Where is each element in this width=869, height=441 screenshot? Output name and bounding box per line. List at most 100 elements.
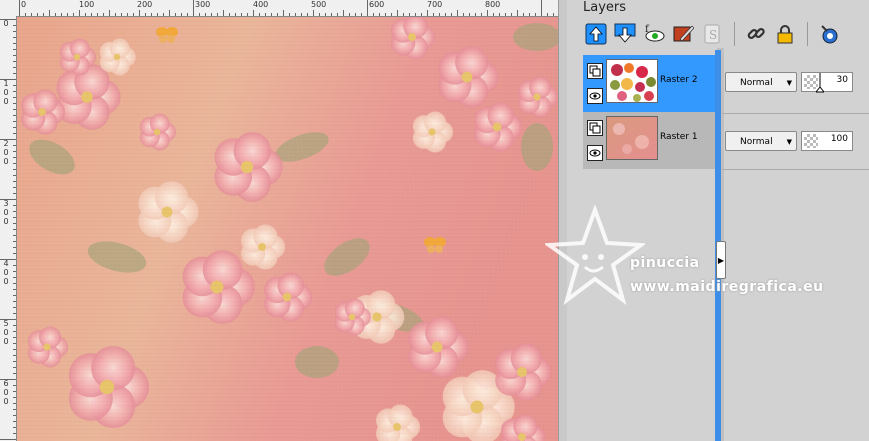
- chevron-down-icon: ▼: [786, 138, 792, 146]
- ruler-tick: [283, 10, 284, 16]
- ruler-tick: [13, 25, 16, 26]
- opacity-slider[interactable]: 30: [801, 72, 853, 93]
- ruler-tick: [13, 109, 16, 110]
- ruler-tick: [85, 13, 86, 16]
- ruler-tick: [13, 157, 16, 158]
- ruler-tick: [13, 295, 16, 296]
- layer-thumbnail: [606, 59, 658, 103]
- toggle-visibility-icon[interactable]: f: [641, 21, 667, 47]
- ruler-tick: [13, 349, 16, 350]
- ruler-tick: [0, 259, 16, 260]
- ruler-tick: [313, 10, 314, 16]
- floral-image: [17, 17, 558, 441]
- layer-row-raster-1[interactable]: Raster 1: [583, 112, 717, 169]
- ruler-tick: [301, 13, 302, 16]
- ruler-tick: [13, 397, 16, 398]
- ruler-tick: [0, 379, 16, 380]
- ruler-tick: [259, 13, 260, 16]
- ruler-label: 600: [369, 0, 385, 9]
- opacity-slider[interactable]: 100: [801, 131, 853, 151]
- ruler-tick: [13, 103, 16, 104]
- layer-group-icon[interactable]: [587, 63, 603, 79]
- ruler-label: 100: [79, 0, 95, 9]
- blend-mode-dropdown[interactable]: Normal ▼: [725, 131, 797, 151]
- ruler-tick: [373, 13, 374, 16]
- ruler-label: 200: [137, 0, 153, 9]
- ruler-tick: [13, 229, 16, 230]
- blend-mode-value: Normal: [740, 78, 773, 88]
- ruler-tick: [13, 97, 16, 98]
- ruler-tick: [427, 10, 428, 16]
- horizontal-ruler: 0 100 200 300 400 500 600 700 800: [0, 0, 560, 17]
- ruler-tick: [385, 13, 386, 16]
- ruler-tick: [0, 19, 16, 20]
- layer-group-icon[interactable]: [587, 120, 603, 136]
- ruler-tick: [13, 223, 16, 224]
- ruler-tick: [13, 301, 16, 302]
- ruler-tick: [163, 13, 164, 16]
- ruler-tick: [13, 175, 16, 176]
- slider-marker[interactable]: [816, 73, 824, 93]
- ruler-tick: [433, 13, 434, 16]
- ruler-tick: [13, 283, 16, 284]
- layer-row-raster-2[interactable]: Raster 2: [583, 55, 717, 112]
- ruler-tick: [73, 13, 74, 16]
- ruler-tick: [55, 13, 56, 16]
- lock-icon[interactable]: [772, 21, 798, 47]
- ruler-tick: [13, 355, 16, 356]
- properties-icon[interactable]: [816, 21, 842, 47]
- ruler-tick: [13, 73, 16, 74]
- link-icon[interactable]: [743, 21, 769, 47]
- ruler-tick: [13, 241, 16, 242]
- eye-icon[interactable]: [587, 145, 603, 161]
- ruler-tick: [271, 13, 272, 16]
- ruler-tick: [0, 139, 16, 140]
- ruler-tick: [439, 13, 440, 16]
- ruler-tick: [205, 13, 206, 16]
- ruler-tick: [13, 145, 16, 146]
- ruler-label: 0: [3, 19, 9, 28]
- layers-panel: Layers f S Raster 2 Raster 1 ▶ Normal ▼ …: [567, 0, 869, 441]
- ruler-tick: [0, 439, 16, 440]
- ruler-tick: [415, 13, 416, 16]
- blend-mode-dropdown[interactable]: Normal ▼: [725, 72, 797, 92]
- ruler-tick: [13, 127, 16, 128]
- ruler-tick: [247, 13, 248, 16]
- panel-collapse-handle[interactable]: ▶: [716, 241, 726, 279]
- ruler-tick: [421, 13, 422, 16]
- mask-icon[interactable]: S: [699, 21, 725, 47]
- ruler-tick: [133, 13, 134, 16]
- eye-icon[interactable]: [587, 88, 603, 104]
- ruler-tick: [13, 133, 16, 134]
- ruler-tick: [13, 193, 16, 194]
- ruler-tick: [193, 0, 194, 16]
- ruler-tick: [13, 31, 16, 32]
- svg-text:S: S: [709, 28, 717, 42]
- canvas-edge: [558, 0, 567, 441]
- ruler-tick: [487, 10, 488, 16]
- ruler-tick: [535, 13, 536, 16]
- ruler-tick: [13, 415, 16, 416]
- ruler-tick: [157, 13, 158, 16]
- ruler-tick: [253, 10, 254, 16]
- move-layer-down-icon[interactable]: [612, 21, 638, 47]
- ruler-tick: [217, 13, 218, 16]
- ruler-tick: [391, 13, 392, 16]
- ruler-tick: [13, 331, 16, 332]
- layer-name: Raster 2: [660, 75, 698, 85]
- ruler-tick: [67, 13, 68, 16]
- ruler-tick: [13, 247, 16, 248]
- chevron-down-icon: ▼: [786, 79, 792, 87]
- move-layer-up-icon[interactable]: [583, 21, 609, 47]
- ruler-tick: [0, 79, 16, 80]
- ruler-tick: [13, 37, 16, 38]
- image-canvas[interactable]: [17, 17, 559, 441]
- ruler-label: 300: [195, 0, 211, 9]
- ruler-tick: [289, 13, 290, 16]
- edit-layer-icon[interactable]: [670, 21, 696, 47]
- ruler-tick: [367, 0, 368, 16]
- ruler-tick: [505, 13, 506, 16]
- ruler-tick: [13, 187, 16, 188]
- ruler-tick: [13, 217, 16, 218]
- ruler-tick: [13, 289, 16, 290]
